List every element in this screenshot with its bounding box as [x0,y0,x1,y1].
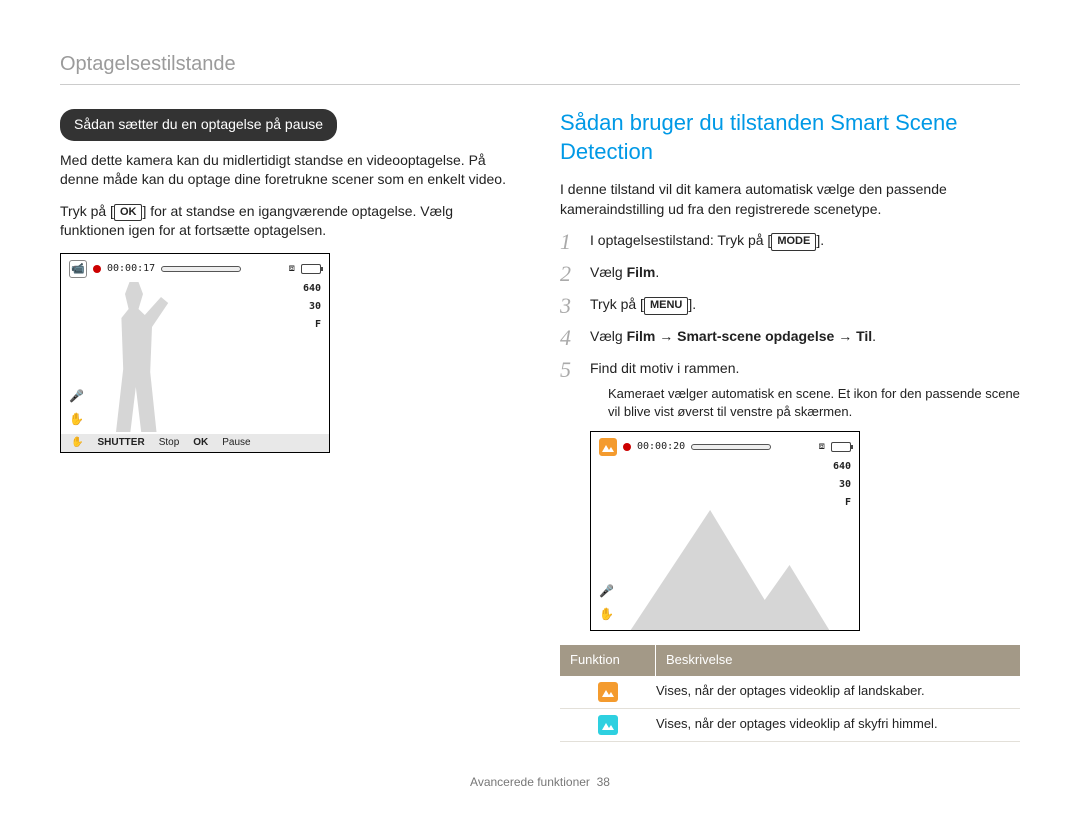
antishake-icon: ✋ [69,411,84,428]
camera-lcd-preview: 📹 00:00:17 ⧈ 640 30 F 🎤 ✋ ✋ SHUTTER [60,253,330,453]
step-item: 2 Vælg Film. [560,263,1020,285]
progress-bar [691,444,771,450]
body-paragraph: I denne tilstand vil dit kamera automati… [560,180,1020,219]
shutter-action: Stop [159,436,180,450]
mic-icon: 🎤 [69,388,84,405]
menu-icon: MENU [644,297,688,314]
ok-label: OK [193,436,208,450]
camera-lcd-preview: 00:00:20 ⧈ 640 30 F 🎤 [590,431,860,631]
scene-table: Funktion Beskrivelse Vises, når der opta… [560,645,1020,741]
bold-text: Film [627,264,656,280]
mode-icon: MODE [771,233,816,250]
battery-icon [831,442,851,452]
progress-bar [161,266,241,272]
row-description: Vises, når der optages videoklip af land… [656,682,1020,700]
footer-page-number: 38 [597,775,610,789]
card-icon: ⧈ [819,440,825,454]
step-number: 1 [560,231,576,253]
table-header: Funktion Beskrivelse [560,645,1020,675]
rec-dot-icon [93,265,101,273]
divider [60,84,1020,85]
resolution-label: 640 [833,460,851,474]
right-column: Sådan bruger du tilstanden Smart Scene D… [560,109,1020,742]
section-pill: Sådan sætter du en optagelse på pause [60,109,337,141]
ok-action: Pause [222,436,250,450]
column-header-beskrivelse: Beskrivelse [656,645,1020,675]
table-row: Vises, når der optages videoklip af skyf… [560,709,1020,742]
text-fragment: ]. [688,296,696,312]
left-column: Sådan sætter du en optagelse på pause Me… [60,109,520,742]
landscape-scene-icon [598,682,618,702]
text-fragment: Tryk på [ [590,296,644,312]
footer-section: Avancerede funktioner [470,775,590,789]
text-fragment: Vælg [590,328,627,344]
body-paragraph: Tryk på [OK] for at standse en igangvære… [60,202,520,241]
rec-time: 00:00:20 [637,440,685,454]
breadcrumb: Optagelsestilstande [60,50,1020,78]
text-fragment: Tryk på [ [60,203,114,219]
text-fragment: I optagelsestilstand: Tryk på [ [590,232,771,248]
text-fragment: ]. [816,232,824,248]
focus-label: F [315,318,321,332]
shutter-label: SHUTTER [97,436,144,450]
column-header-funktion: Funktion [560,645,656,675]
body-paragraph: Med dette kamera kan du midlertidigt sta… [60,151,520,190]
battery-icon [301,264,321,274]
step-number: 4 [560,327,576,349]
steps-list: 1 I optagelsestilstand: Tryk på [MODE]. … [560,231,1020,631]
video-mode-icon: 📹 [69,260,87,278]
rec-time: 00:00:17 [107,262,155,276]
step-item: 1 I optagelsestilstand: Tryk på [MODE]. [560,231,1020,253]
fps-label: 30 [309,300,321,314]
substep-text: Kameraet vælger automatisk en scene. Et … [608,385,1020,421]
sky-scene-icon [598,715,618,735]
step-item: 3 Tryk på [MENU]. [560,295,1020,317]
rec-dot-icon [623,443,631,451]
mountain-silhouette [591,490,859,630]
step-item: 5 Find dit motiv i rammen. Kameraet vælg… [560,359,1020,631]
resolution-label: 640 [303,282,321,296]
row-description: Vises, når der optages videoklip af skyf… [656,715,1020,733]
step-item: 4 Vælg Film → Smart-scene opdagelse → Ti… [560,327,1020,349]
card-icon: ⧈ [289,262,295,276]
text-fragment: . [872,328,876,344]
step-number: 5 [560,359,576,381]
text-fragment: . [655,264,659,280]
text-fragment: Vælg [590,264,627,280]
step-number: 3 [560,295,576,317]
ok-icon: OK [114,204,143,221]
antishake-icon: ✋ [71,436,83,450]
subject-silhouette [89,282,179,432]
text-fragment: Find dit motiv i rammen. [590,360,739,376]
step-number: 2 [560,263,576,285]
section-title: Sådan bruger du tilstanden Smart Scene D… [560,109,1020,166]
table-row: Vises, når der optages videoklip af land… [560,676,1020,709]
page-footer: Avancerede funktioner 38 [0,774,1080,791]
bold-text: Film → Smart-scene opdagelse → Til [627,328,873,344]
landscape-scene-icon [599,438,617,456]
